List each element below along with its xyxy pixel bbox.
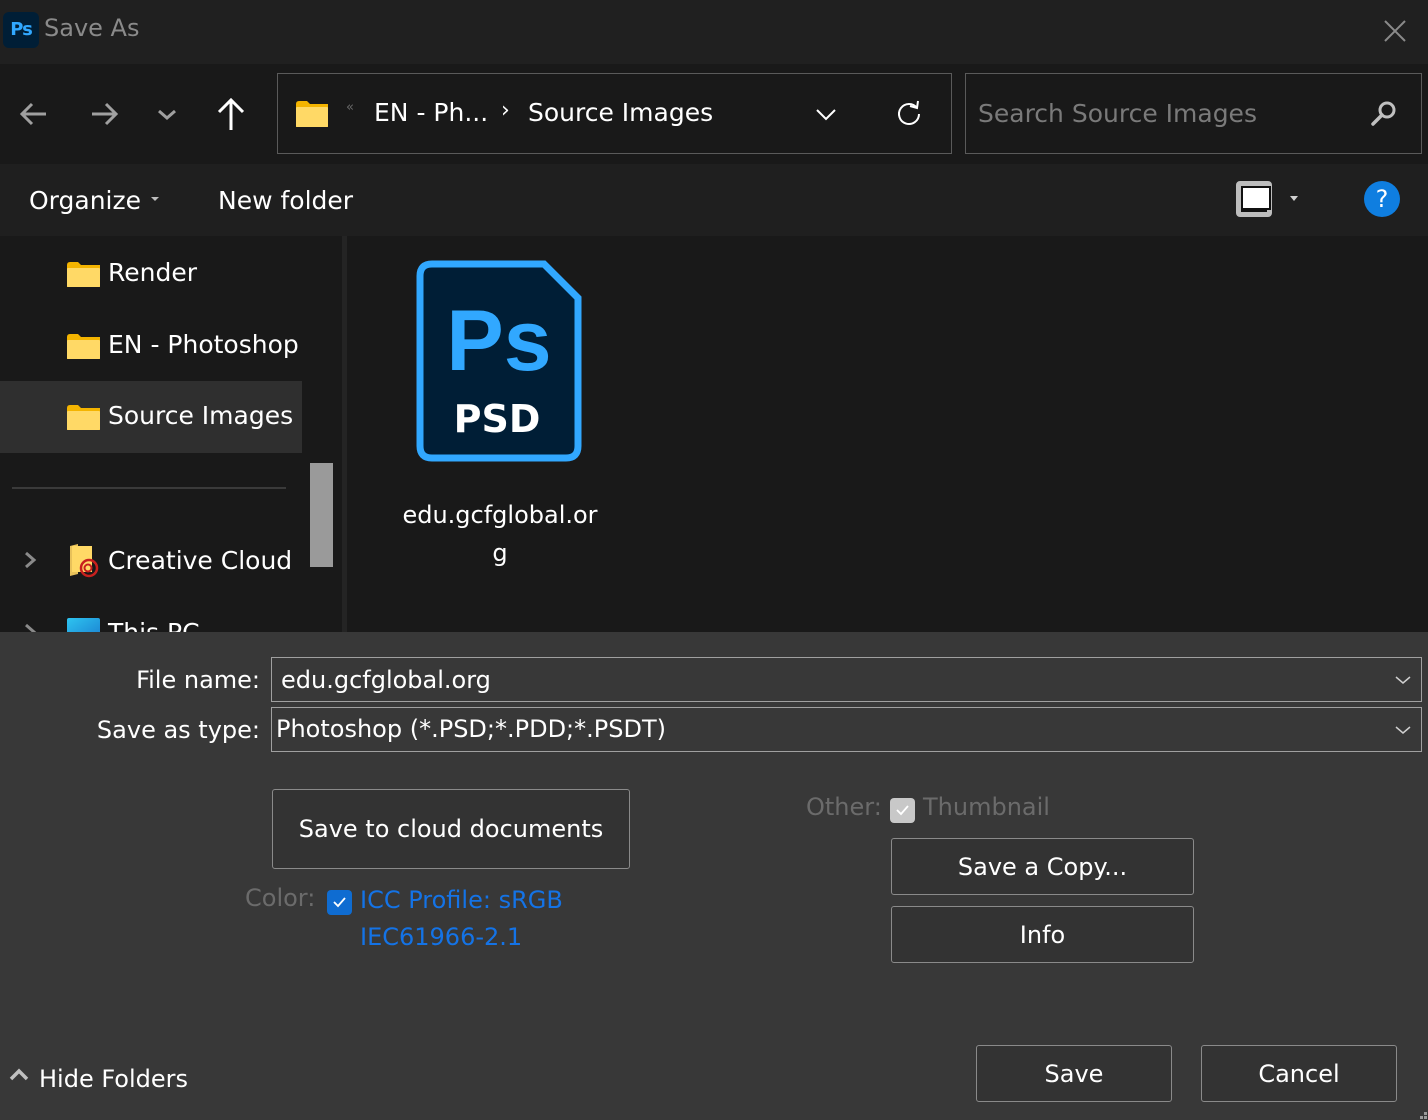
chevron-up-icon xyxy=(9,1068,29,1081)
breadcrumb-separator[interactable]: › xyxy=(501,98,510,123)
scrollbar-thumb[interactable] xyxy=(310,463,333,567)
forward-button[interactable] xyxy=(84,94,124,134)
tree-item-label: Render xyxy=(108,258,198,287)
new-folder-button[interactable]: New folder xyxy=(218,186,353,215)
address-bar[interactable]: « EN - Ph... › Source Images xyxy=(277,73,952,154)
save-as-type-label: Save as type: xyxy=(96,716,260,744)
close-icon xyxy=(1384,20,1406,42)
tree-item-source-images[interactable]: Source Images xyxy=(0,381,302,453)
computer-icon xyxy=(67,618,100,632)
save-a-copy-button[interactable]: Save a Copy... xyxy=(891,838,1194,895)
hide-folders-label: Hide Folders xyxy=(39,1065,189,1093)
save-options-panel: File name: Save as type: Photoshop (*.PS… xyxy=(0,632,1428,1120)
view-mode-icon[interactable] xyxy=(1236,181,1272,217)
tree-item-label: Creative Cloud F xyxy=(108,546,315,575)
organize-label: Organize xyxy=(29,186,141,215)
checkmark-icon xyxy=(333,897,346,908)
address-dropdown-button[interactable] xyxy=(814,102,838,126)
creative-cloud-folder-icon xyxy=(70,544,99,578)
arrow-up-icon xyxy=(217,97,245,130)
tree-item-creative-cloud[interactable]: Creative Cloud F xyxy=(0,526,315,598)
search-button[interactable] xyxy=(1369,100,1397,128)
tree-item-render[interactable]: Render xyxy=(0,238,302,310)
thumbnail-label: Thumbnail xyxy=(923,793,1050,821)
save-to-cloud-button[interactable]: Save to cloud documents xyxy=(272,789,630,869)
up-button[interactable] xyxy=(211,94,251,134)
folder-icon xyxy=(296,101,328,127)
close-button[interactable] xyxy=(1378,14,1412,48)
info-button[interactable]: Info xyxy=(891,906,1194,963)
pane-splitter[interactable] xyxy=(342,236,347,632)
breadcrumb-source-images[interactable]: Source Images xyxy=(528,98,713,127)
file-name-label: edu.gcfglobal.org xyxy=(402,501,598,567)
psd-label: PSD xyxy=(454,397,541,441)
search-box[interactable] xyxy=(965,73,1422,154)
color-label: Color: xyxy=(245,884,316,912)
tree-item-en-photoshop[interactable]: EN - Photoshop xyxy=(0,310,302,382)
tree-item-label: EN - Photoshop xyxy=(108,330,299,359)
arrow-right-icon xyxy=(92,102,119,126)
browser-body: Render EN - Photoshop Source Images Crea… xyxy=(0,236,1428,632)
other-label: Other: xyxy=(806,793,882,821)
folder-icon xyxy=(67,262,100,287)
file-name-combobox[interactable] xyxy=(271,657,1422,702)
save-as-type-value: Photoshop (*.PSD;*.PDD;*.PSDT) xyxy=(276,715,666,743)
tree-item-this-pc[interactable]: This PC xyxy=(0,598,302,632)
photoshop-logo-icon: Ps xyxy=(3,12,39,48)
file-name-label: File name: xyxy=(136,666,260,694)
folder-icon xyxy=(67,405,100,430)
help-button[interactable]: ? xyxy=(1364,181,1400,217)
view-options-caret-icon[interactable] xyxy=(1290,196,1298,201)
tree-item-label: This PC xyxy=(108,618,200,632)
organize-menu[interactable]: Organize xyxy=(29,186,159,215)
save-button[interactable]: Save xyxy=(976,1045,1172,1102)
recent-locations-button[interactable] xyxy=(147,94,187,134)
navigation-scrollbar[interactable] xyxy=(302,236,342,632)
chevron-right-icon[interactable] xyxy=(22,550,38,570)
refresh-icon xyxy=(898,100,920,125)
dialog-title: Save As xyxy=(44,14,140,42)
search-input[interactable] xyxy=(966,74,1366,153)
icc-profile-checkbox[interactable] xyxy=(327,890,352,915)
thumbnail-checkbox[interactable] xyxy=(890,798,915,823)
navigation-bar: « EN - Ph... › Source Images xyxy=(0,64,1428,164)
chevron-right-icon[interactable] xyxy=(22,622,38,632)
resize-grip-icon[interactable] xyxy=(1418,1110,1428,1120)
overflow-indicator[interactable]: « xyxy=(346,100,354,115)
psd-file-icon: Ps PSD xyxy=(416,260,582,462)
chevron-down-icon[interactable] xyxy=(1393,670,1413,690)
checkmark-icon xyxy=(896,805,909,816)
tree-item-label: Source Images xyxy=(108,401,294,430)
tree-divider xyxy=(12,487,286,489)
command-bar: Organize New folder ? xyxy=(0,164,1428,236)
chevron-down-icon[interactable] xyxy=(1393,720,1413,740)
title-bar: Ps Save As xyxy=(0,0,1428,64)
icc-profile-label-line2[interactable]: IEC61966-2.1 xyxy=(360,919,522,955)
file-name-input[interactable] xyxy=(272,658,1372,701)
icc-profile-label[interactable]: ICC Profile: sRGB xyxy=(360,882,563,918)
ps-glyph: Ps xyxy=(446,293,551,389)
hide-folders-toggle[interactable]: Hide Folders xyxy=(8,1064,188,1093)
folder-icon xyxy=(67,334,100,359)
search-icon xyxy=(1371,101,1396,126)
navigation-pane: Render EN - Photoshop Source Images Crea… xyxy=(0,236,315,632)
save-as-dialog: Ps Save As « EN - Ph... › Source Images … xyxy=(0,0,1428,1120)
chevron-down-icon xyxy=(816,109,836,121)
refresh-button[interactable] xyxy=(895,100,923,128)
cancel-button[interactable]: Cancel xyxy=(1201,1045,1397,1102)
caret-down-icon xyxy=(151,197,159,201)
chevron-down-icon xyxy=(158,109,176,120)
back-button[interactable] xyxy=(14,94,54,134)
arrow-left-icon xyxy=(19,102,46,126)
save-as-type-select[interactable]: Photoshop (*.PSD;*.PDD;*.PSDT) xyxy=(271,707,1422,752)
breadcrumb-en-photoshop[interactable]: EN - Ph... xyxy=(374,98,488,127)
